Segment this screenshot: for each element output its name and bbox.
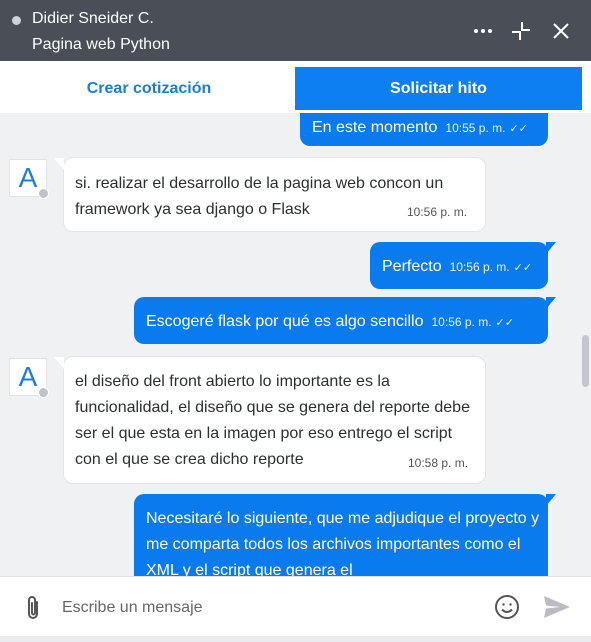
avatar-letter: A (18, 162, 38, 193)
bottom-strip (0, 636, 591, 642)
outgoing-message: En este momento 10:55 p. m. ✓✓ (300, 113, 556, 146)
outgoing-message: Perfecto 10:56 p. m. ✓✓ (370, 242, 556, 289)
scrollbar[interactable] (580, 113, 591, 576)
chat-header: Didier Sneider C. Pagina web Python (0, 0, 591, 61)
incoming-message: el diseño del front abierto lo important… (54, 356, 486, 484)
message-text: Perfecto (382, 258, 442, 275)
read-receipt-icon: ✓✓ (509, 123, 528, 135)
message-time: 10:56 p. m. (431, 315, 492, 329)
read-receipt-icon: ✓✓ (495, 317, 514, 329)
message-composer (0, 576, 591, 637)
message-time: 10:56 p. m. (407, 205, 468, 219)
presence-status-icon (38, 188, 49, 199)
presence-status-icon (38, 387, 49, 398)
message-text: En este momento (312, 119, 438, 136)
create-quote-button[interactable]: Crear cotización (12, 67, 286, 110)
contact-name[interactable]: Didier Sneider C. (32, 9, 154, 29)
project-name[interactable]: Pagina web Python (32, 35, 170, 55)
minimize-icon[interactable] (508, 18, 534, 44)
chat-actions-bar: Crear cotización Solicitar hito (0, 61, 591, 114)
avatar[interactable]: A (9, 358, 49, 398)
close-icon[interactable] (548, 18, 574, 44)
message-time: 10:58 p. m. (408, 456, 469, 470)
message-time: 10:56 p. m. (449, 260, 510, 274)
outgoing-message: Escogeré flask por qué es algo sencillo 1… (134, 297, 556, 344)
message-list[interactable]: En este momento 10:55 p. m. ✓✓ A si. reali… (0, 113, 591, 576)
send-icon[interactable] (542, 594, 572, 620)
scrollbar-thumb[interactable] (582, 335, 589, 387)
attachment-icon[interactable] (22, 595, 44, 621)
avatar[interactable]: A (9, 159, 49, 199)
more-icon[interactable] (470, 18, 496, 44)
outgoing-message: Necesitaré lo siguiente, que me adjudiqu… (134, 494, 556, 576)
incoming-message: si. realizar el desarrollo de la pagina … (54, 157, 486, 232)
avatar-letter: A (18, 361, 38, 392)
request-milestone-button[interactable]: Solicitar hito (295, 67, 582, 110)
emoji-icon[interactable] (494, 594, 520, 620)
message-text: Necesitaré lo siguiente, que me adjudiqu… (146, 510, 540, 576)
message-input[interactable] (60, 593, 474, 623)
message-text: Escogeré flask por qué es algo sencillo (146, 313, 424, 330)
read-receipt-icon: ✓✓ (513, 262, 533, 274)
message-time: 10:55 p. m. (445, 121, 506, 135)
presence-status-icon (12, 16, 21, 25)
